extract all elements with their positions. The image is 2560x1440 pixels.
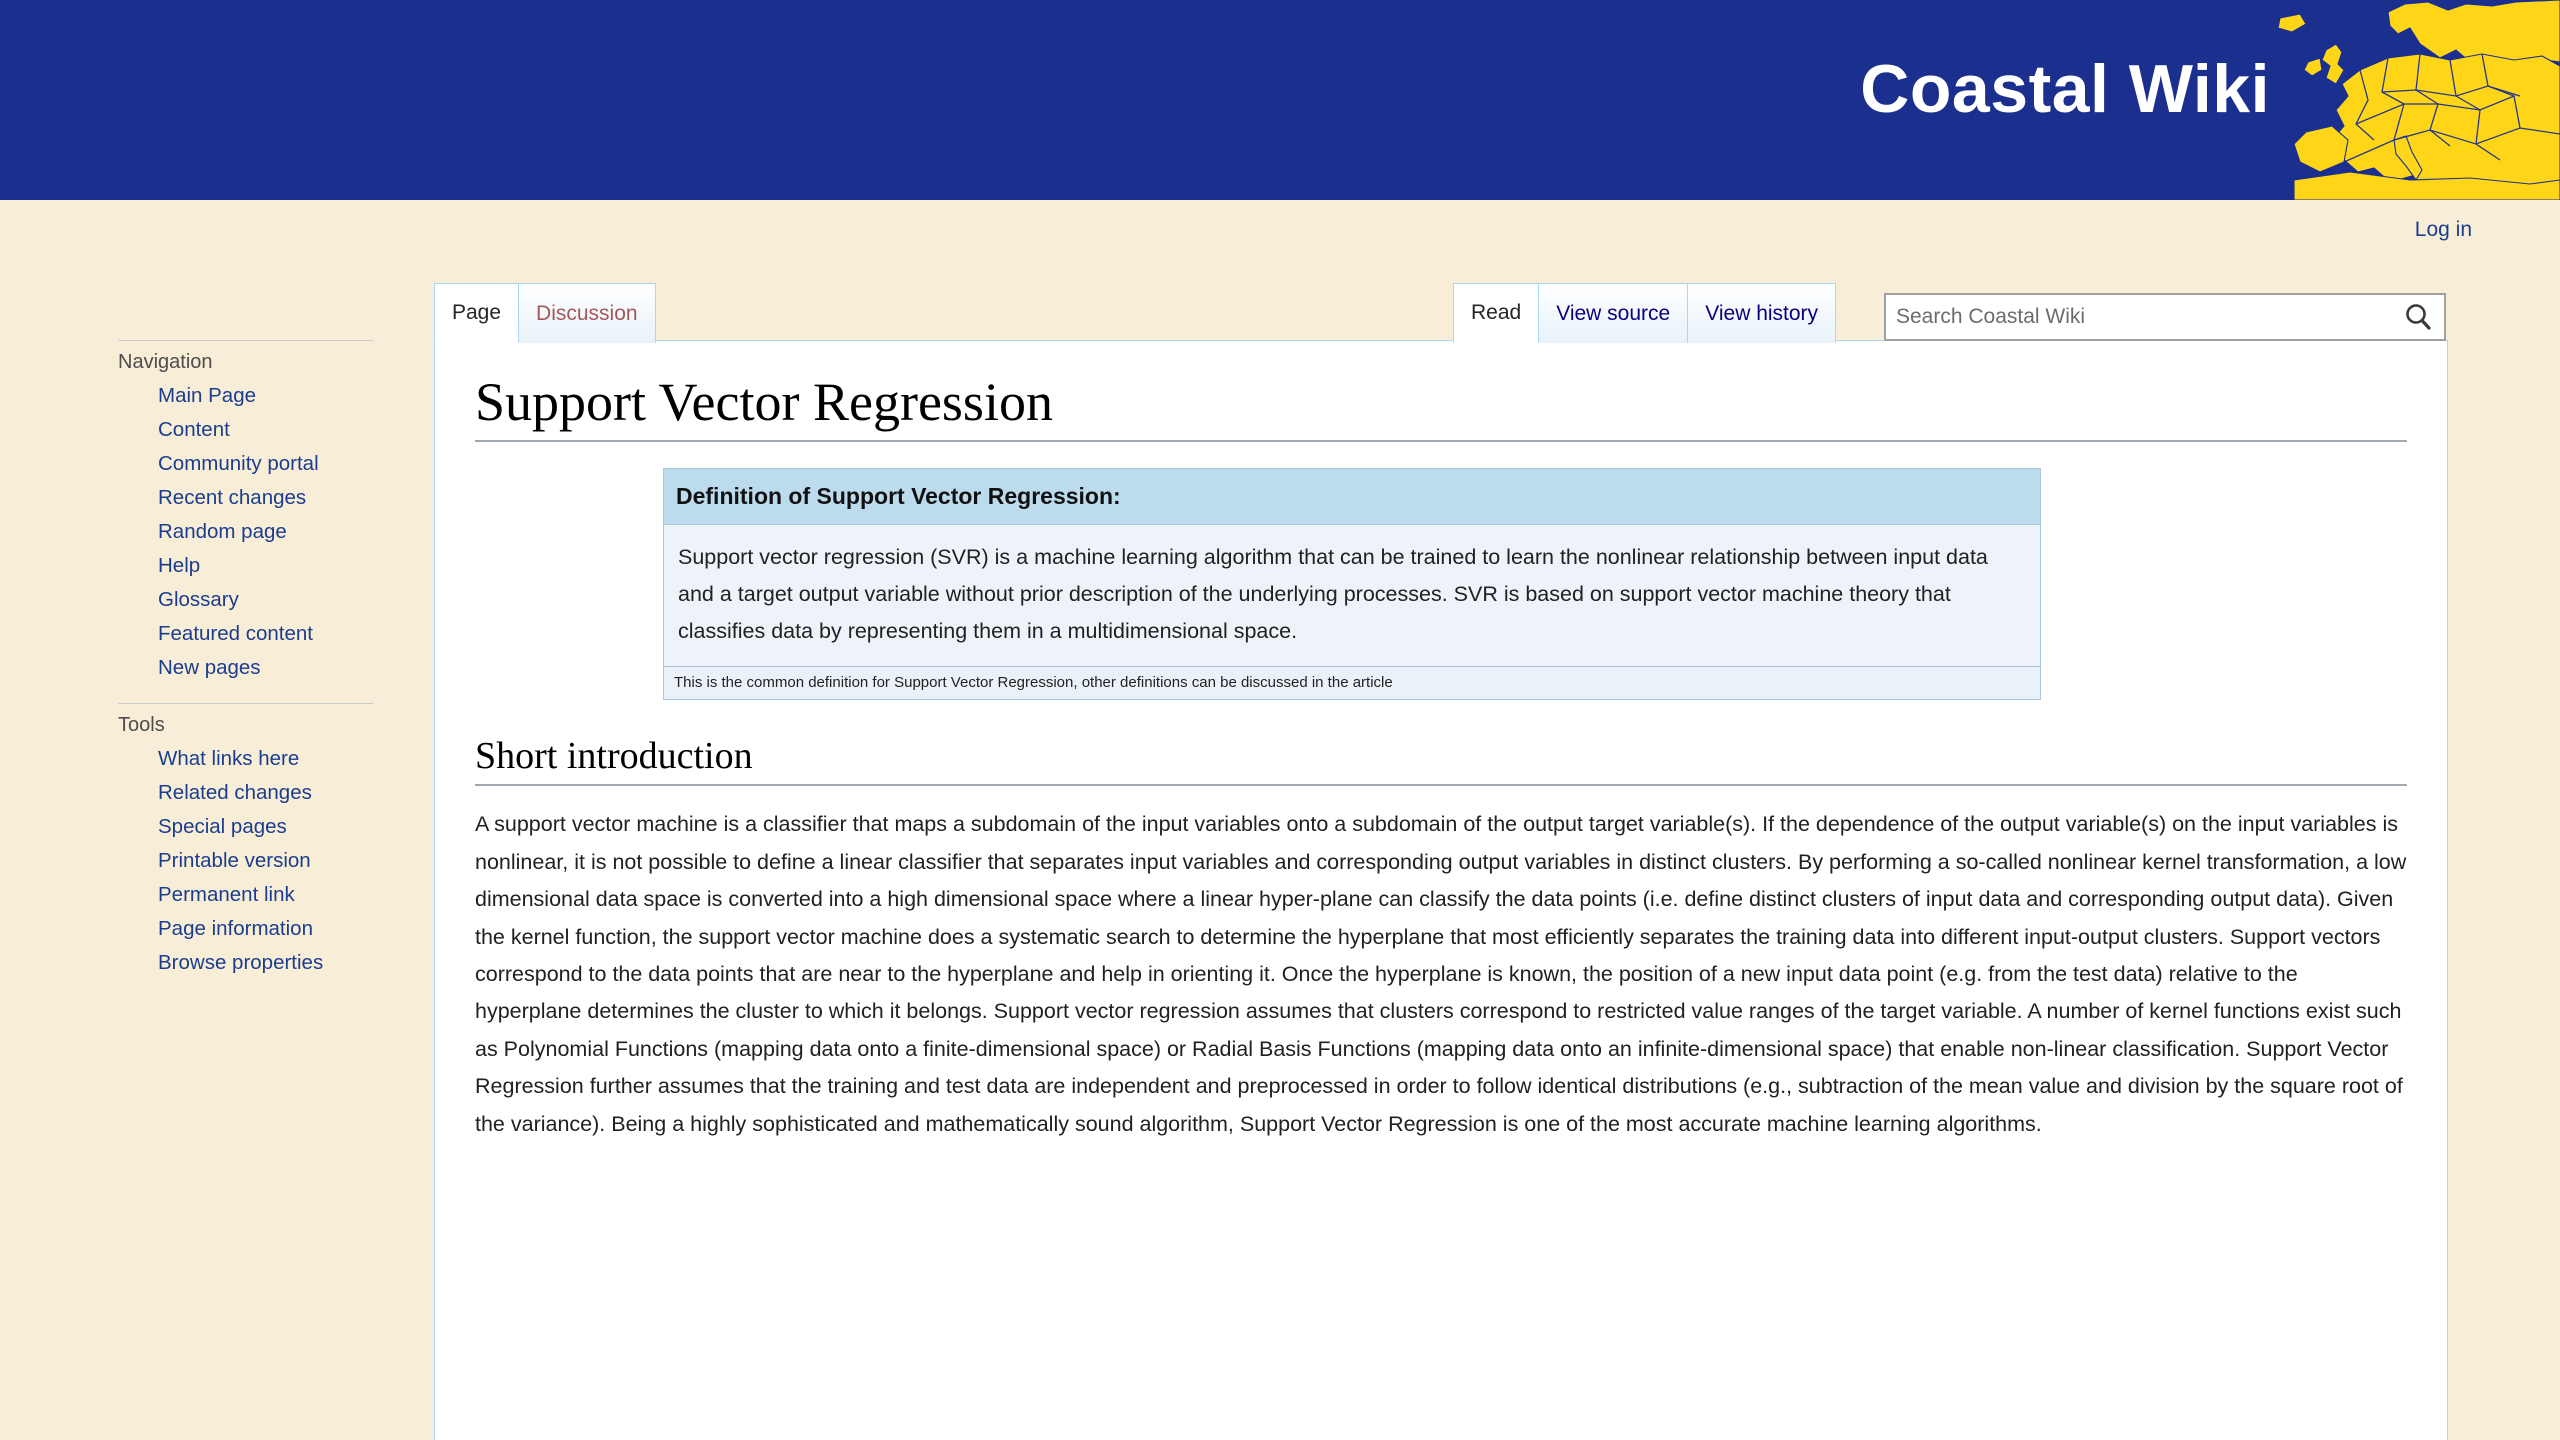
list-item: Main Page: [0, 379, 434, 413]
list-item: Permanent link: [0, 878, 434, 912]
list-item: Printable version: [0, 844, 434, 878]
sidebar-item-new-pages[interactable]: New pages: [158, 656, 261, 679]
portal-tools-heading: Tools: [118, 714, 165, 737]
namespace-tabs: Page Discussion: [434, 283, 656, 343]
sidebar-item-printable-version[interactable]: Printable version: [158, 849, 311, 872]
search-input[interactable]: [1886, 295, 2391, 339]
sidebar-item-help[interactable]: Help: [158, 554, 200, 577]
tab-view-source-label: View source: [1556, 301, 1671, 325]
list-item: New pages: [0, 651, 434, 685]
list-item: Help: [0, 549, 434, 583]
list-item: What links here: [0, 742, 434, 776]
list-item: Special pages: [0, 810, 434, 844]
tab-discussion[interactable]: Discussion: [518, 283, 656, 343]
view-tabs: Read View source View history: [1453, 283, 1837, 343]
page-title: Support Vector Regression: [475, 372, 2407, 443]
list-item: Random page: [0, 515, 434, 549]
sidebar-item-page-information[interactable]: Page information: [158, 917, 313, 940]
personal-tools-bar: Log in: [0, 200, 2560, 252]
sidebar-item-content[interactable]: Content: [158, 418, 230, 441]
search-box: [1884, 293, 2446, 341]
search-icon[interactable]: [2398, 299, 2438, 335]
sidebar-item-special-pages[interactable]: Special pages: [158, 815, 287, 838]
sidebar-item-random-page[interactable]: Random page: [158, 520, 287, 543]
portal-navigation-list: Main Page Content Community portal Recen…: [0, 379, 434, 685]
list-item: Browse properties: [0, 946, 434, 980]
definition-header: Definition of Support Vector Regression:: [664, 469, 2040, 526]
site-title: Coastal Wiki: [1860, 51, 2270, 127]
site-banner: Coastal Wiki: [0, 0, 2560, 200]
list-item: Glossary: [0, 583, 434, 617]
tab-read[interactable]: Read: [1453, 283, 1540, 343]
tab-read-label: Read: [1471, 301, 1522, 324]
tab-page-label: Page: [452, 301, 502, 324]
sidebar-item-featured-content[interactable]: Featured content: [158, 622, 313, 645]
tab-page[interactable]: Page: [434, 283, 520, 343]
sidebar-item-permanent-link[interactable]: Permanent link: [158, 883, 295, 906]
sidebar-item-main-page[interactable]: Main Page: [158, 384, 256, 407]
section-heading-short-introduction: Short introduction: [475, 734, 2407, 787]
tab-view-source[interactable]: View source: [1538, 283, 1689, 343]
login-link[interactable]: Log in: [2415, 218, 2472, 242]
sidebar-item-recent-changes[interactable]: Recent changes: [158, 486, 306, 509]
portal-tools-list: What links here Related changes Special …: [0, 742, 434, 980]
portal-navigation-heading: Navigation: [118, 351, 213, 373]
tab-view-history-label: View history: [1705, 301, 1819, 325]
section-paragraph-short-introduction: A support vector machine is a classifier…: [475, 812, 2407, 1136]
list-item: Page information: [0, 912, 434, 946]
article-content: Support Vector Regression Definition of …: [434, 340, 2448, 1440]
sidebar-item-browse-properties[interactable]: Browse properties: [158, 951, 323, 974]
tab-view-history[interactable]: View history: [1687, 283, 1837, 343]
sidebar-item-what-links-here[interactable]: What links here: [158, 747, 299, 770]
sidebar-item-related-changes[interactable]: Related changes: [158, 781, 312, 804]
list-item: Recent changes: [0, 481, 434, 515]
list-item: Community portal: [0, 447, 434, 481]
portal-tools: Tools What links here Related changes Sp…: [0, 703, 434, 980]
definition-footer: This is the common definition for Suppor…: [664, 666, 2040, 700]
list-item: Featured content: [0, 617, 434, 651]
europe-map-logo-icon: [2270, 0, 2560, 200]
sidebar-item-community-portal[interactable]: Community portal: [158, 452, 319, 475]
sidebar-item-glossary[interactable]: Glossary: [158, 588, 239, 611]
definition-box: Definition of Support Vector Regression:…: [663, 468, 2041, 701]
portal-navigation: Navigation Main Page Content Community p…: [0, 340, 434, 685]
definition-body: Support vector regression (SVR) is a mac…: [664, 525, 2040, 667]
list-item: Related changes: [0, 776, 434, 810]
tab-discussion-label: Discussion: [536, 301, 638, 325]
list-item: Content: [0, 413, 434, 447]
sidebar: Navigation Main Page Content Community p…: [0, 340, 434, 1440]
